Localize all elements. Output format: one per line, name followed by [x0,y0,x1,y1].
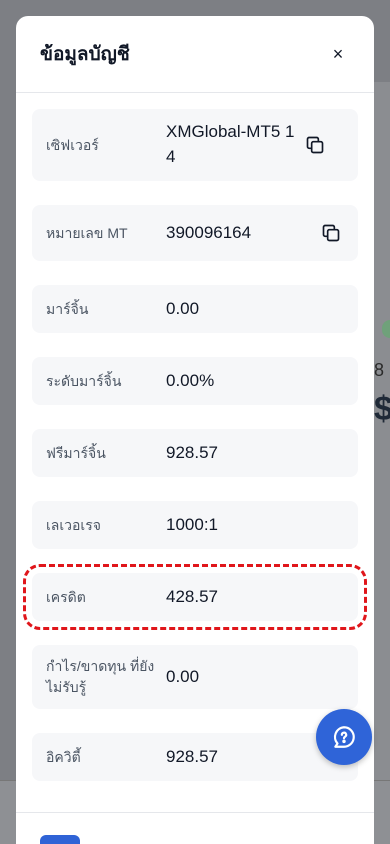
info-label: มาร์จิ้น [46,300,89,317]
info-label: กำไร/ขาดทุน ที่ยังไม่รับรู้ [46,658,155,695]
background-right-strip [374,82,390,844]
info-label: เซิฟเวอร์ [46,136,99,153]
info-row-margin-level: ระดับมาร์จิ้น 0.00% [32,357,358,405]
copy-server-button[interactable] [302,132,328,158]
copy-mt-number-button[interactable] [318,220,344,246]
info-label: ระดับมาร์จิ้น [46,372,122,389]
info-value: 928.57 [166,442,218,462]
info-value: 928.57 [166,746,218,766]
background-right-balance: $ [374,392,390,426]
info-row-server: เซิฟเวอร์ XMGlobal-MT5 14 [32,109,358,181]
background-right-text: 8 [374,360,385,380]
info-label: อิควิตี้ [46,748,81,765]
info-value: 428.57 [166,586,218,606]
info-row-free-margin: ฟรีมาร์จิ้น 928.57 [32,429,358,477]
chat-help-icon [333,726,355,748]
copy-icon [322,224,340,242]
info-row-credit: เครดิต 428.57 [23,564,367,630]
close-icon: × [332,43,344,64]
info-row-leverage: เลเวอเรจ 1000:1 [32,501,358,549]
info-value: 0.00 [166,298,200,318]
info-row-unrealized-pnl: กำไร/ขาดทุน ที่ยังไม่รับรู้ 0.00 [32,645,358,709]
info-value: 0.00 [166,666,200,686]
info-value: 390096164 [166,222,252,242]
copy-icon [306,136,324,154]
modal-title: ข้อมูลบัญชี [40,44,130,65]
close-button[interactable]: × [326,42,350,66]
info-row-margin: มาร์จิ้น 0.00 [32,285,358,333]
background-status-dot [382,320,390,338]
modal-footer [16,812,374,844]
info-value: 1000:1 [166,514,218,534]
info-label: เครดิต [46,588,86,605]
chat-help-button[interactable] [316,709,372,765]
info-label: หมายเลข MT [46,224,128,241]
info-value: XMGlobal-MT5 14 [166,122,295,166]
info-row-mt-number: หมายเลข MT 390096164 [32,205,358,261]
info-label: เลเวอเรจ [46,516,101,533]
info-row-equity: อิควิตี้ 928.57 [32,733,358,781]
modal-header: ข้อมูลบัญชี × [16,16,374,93]
info-label: ฟรีมาร์จิ้น [46,444,106,461]
info-value: 0.00% [166,370,215,390]
account-info-list: เซิฟเวอร์ XMGlobal-MT5 14 หมายเลข MT 390… [16,93,374,781]
footer-button[interactable] [40,835,80,844]
